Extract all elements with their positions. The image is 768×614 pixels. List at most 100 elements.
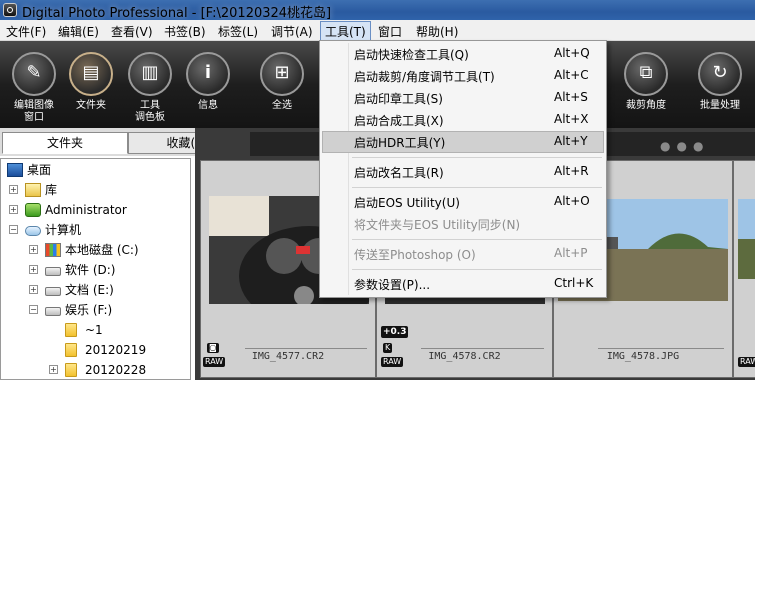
menu-adjust[interactable]: 调节(A) (271, 23, 313, 40)
folder-tree: 桌面 + 库 + Administrator − 计算机 + 本地磁盘 (C:) (0, 158, 191, 380)
menu-item-preferences[interactable]: 参数设置(P)... Ctrl+K (322, 273, 604, 295)
menu-item-label: 启动合成工具(X) (354, 114, 444, 128)
thumbnail-card[interactable]: RAW (733, 160, 755, 378)
menu-item-crop-angle[interactable]: 启动裁剪/角度调节工具(T) Alt+C (322, 65, 604, 87)
menu-file[interactable]: 文件(F) (6, 23, 46, 40)
expand-icon[interactable]: + (9, 205, 18, 214)
select-all-label: 全选 (272, 100, 292, 111)
tree-label: 文档 (E:) (65, 283, 114, 297)
collapse-icon[interactable]: − (29, 305, 38, 314)
tree-label: 库 (45, 183, 58, 197)
menu-item-label: 启动印章工具(S) (354, 92, 443, 106)
menu-item-label: 参数设置(P)... (354, 278, 431, 292)
menu-item-shortcut: Alt+X (554, 112, 589, 126)
tab-folder[interactable]: 文件夹 (2, 132, 128, 154)
tree-label: ~1 (85, 323, 103, 337)
edit-image-window-button[interactable]: ✎ 编辑图像 窗口 (6, 46, 62, 126)
raw-badge: RAW (738, 357, 755, 367)
crop-icon: ⧉ (624, 52, 668, 96)
folder-label: 文件夹 (76, 100, 106, 111)
computer-icon (25, 226, 41, 236)
library-icon (25, 183, 41, 197)
menu-separator (352, 157, 602, 158)
edit-image-icon: ✎ (12, 52, 56, 96)
tree-label: Administrator (45, 203, 127, 217)
menu-item-shortcut: Alt+C (554, 68, 589, 82)
windows-drive-icon (45, 243, 61, 257)
tree-label: 计算机 (45, 223, 82, 237)
menu-tools[interactable]: 工具(T) (320, 21, 371, 42)
menu-bar: 文件(F) 编辑(E) 查看(V) 书签(B) 标签(L) 调节(A) 工具(T… (0, 20, 755, 42)
expand-icon[interactable]: + (9, 185, 18, 194)
select-all-icon: ⊞ (260, 52, 304, 96)
menu-item-label: 启动改名工具(R) (354, 166, 444, 180)
menu-window[interactable]: 窗口 (378, 23, 402, 40)
menu-item-quick-check[interactable]: 启动快速检查工具(Q) Alt+Q (322, 43, 604, 65)
batch-process-label: 批量处理 (700, 100, 740, 111)
info-button[interactable]: i 信息 (180, 46, 236, 126)
menu-item-compose[interactable]: 启动合成工具(X) Alt+X (322, 109, 604, 131)
folder-icon (65, 323, 77, 337)
menu-item-shortcut: Alt+P (554, 246, 588, 260)
tree-label: 20120219 (85, 343, 147, 357)
divider (421, 348, 544, 349)
tool-palette-icon: ▥ (128, 52, 172, 96)
tree-label: 娱乐 (F:) (65, 303, 113, 317)
title-bar: Digital Photo Professional - [F:\2012032… (0, 0, 755, 21)
menu-item-hdr[interactable]: 启动HDR工具(Y) Alt+Y (322, 131, 604, 153)
menu-item-label: 启动HDR工具(Y) (354, 136, 446, 150)
crop-angle-label: 裁剪角度 (626, 100, 666, 111)
crop-angle-button[interactable]: ⧉ 裁剪角度 (618, 46, 674, 126)
drive-icon (45, 307, 61, 316)
more-dots-icon: ●●● (660, 139, 710, 153)
menu-item-label: 启动裁剪/角度调节工具(T) (354, 70, 495, 84)
menu-item-eos-utility[interactable]: 启动EOS Utility(U) Alt+O (322, 191, 604, 213)
batch-process-button[interactable]: ↻ 批量处理 (692, 46, 748, 126)
tool-palette-label-1: 工具 (140, 100, 160, 111)
menu-item-shortcut: Alt+Q (554, 46, 590, 60)
menu-edit[interactable]: 编辑(E) (58, 23, 99, 40)
folder-icon (65, 363, 77, 377)
divider (245, 348, 367, 349)
window-title: Digital Photo Professional - [F:\2012032… (22, 6, 332, 21)
select-all-button[interactable]: ⊞ 全选 (254, 46, 310, 126)
menu-help[interactable]: 帮助(H) (416, 23, 458, 40)
batch-process-icon: ↻ (698, 52, 742, 96)
camera-app-icon (3, 3, 17, 17)
expand-icon[interactable]: + (29, 285, 38, 294)
thumbnail-filename: IMG_4577.CR2 (251, 351, 325, 362)
exposure-badge: +0.3 (381, 326, 409, 338)
photo-partial (738, 199, 755, 279)
menu-item-label: 将文件夹与EOS Utility同步(N) (354, 218, 521, 232)
expand-icon[interactable]: + (29, 265, 38, 274)
menu-bookmarks[interactable]: 书签(B) (164, 23, 206, 40)
user-icon (25, 203, 41, 217)
folder-tree-icon: ▤ (69, 52, 113, 96)
drive-icon (45, 267, 61, 276)
tools-menu-dropdown: 启动快速检查工具(Q) Alt+Q 启动裁剪/角度调节工具(T) Alt+C 启… (319, 40, 607, 298)
menu-item-shortcut: Alt+Y (554, 134, 588, 148)
menu-item-label: 启动EOS Utility(U) (354, 196, 460, 210)
tool-palette-label-2: 调色板 (135, 112, 165, 123)
tool-palette-button[interactable]: ▥ 工具 调色板 (122, 46, 178, 126)
collapse-icon[interactable]: − (9, 225, 18, 234)
drive-icon (45, 287, 61, 296)
menu-labels[interactable]: 标签(L) (218, 23, 258, 40)
info-icon: i (186, 52, 230, 96)
menu-separator (352, 269, 602, 270)
expand-icon[interactable]: + (49, 365, 58, 374)
edit-image-label-1: 编辑图像 (14, 100, 54, 111)
menu-item-shortcut: Alt+S (554, 90, 588, 104)
desktop-icon (7, 163, 23, 177)
menu-separator (352, 187, 602, 188)
divider (598, 348, 724, 349)
folder-icon (65, 343, 77, 357)
menu-view[interactable]: 查看(V) (111, 23, 153, 40)
menu-separator (352, 239, 602, 240)
menu-item-send-photoshop: 传送至Photoshop (O) Alt+P (322, 243, 604, 265)
expand-icon[interactable]: + (29, 245, 38, 254)
folder-button[interactable]: ▤ 文件夹 (63, 46, 119, 126)
menu-item-stamp[interactable]: 启动印章工具(S) Alt+S (322, 87, 604, 109)
app-window: Digital Photo Professional - [F:\2012032… (0, 0, 755, 380)
menu-item-rename[interactable]: 启动改名工具(R) Alt+R (322, 161, 604, 183)
